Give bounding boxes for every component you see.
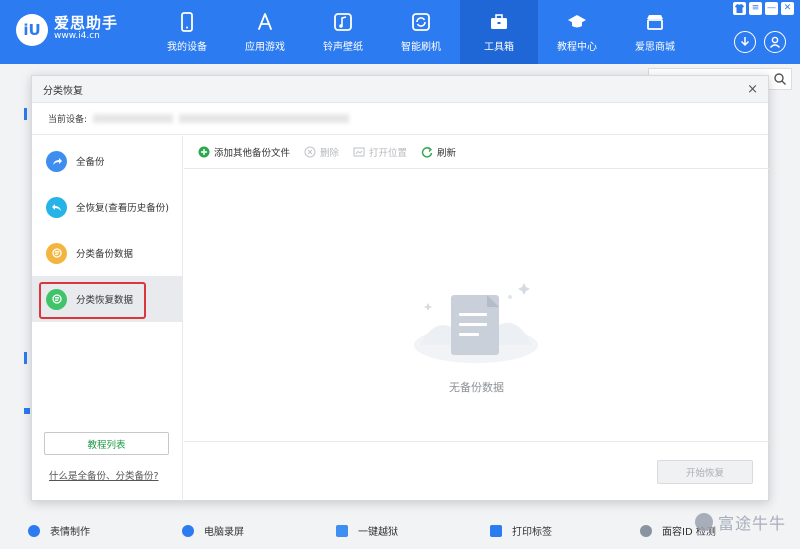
sidebar-item-full-backup[interactable]: 全备份 (32, 138, 182, 184)
add-backup-file-button[interactable]: 添加其他备份文件 (198, 145, 290, 159)
empty-state: 无备份数据 (184, 170, 769, 440)
nav-label: 爱思商城 (635, 41, 675, 53)
top-bar: iU 爱思助手 www.i4.cn 我的设备 应用游戏 铃声壁纸 智能刷机 工具… (0, 0, 800, 64)
dialog-title: 分类恢复 (43, 85, 83, 97)
music-icon (333, 12, 353, 32)
sidebar-item-label: 全备份 (76, 157, 105, 168)
app-name: 爱思助手 (54, 14, 119, 32)
tool-label: 一键越狱 (358, 527, 398, 538)
device-info-redacted (179, 114, 350, 123)
nav-label: 工具箱 (484, 41, 514, 53)
tool-label: 打开位置 (369, 148, 408, 159)
close-window-button[interactable]: ✕ (781, 2, 794, 15)
download-icon (740, 37, 750, 47)
open-location-button[interactable]: 打开位置 (353, 145, 407, 159)
tool-label: 打印标签 (512, 527, 552, 538)
undo-arrow-icon (46, 196, 67, 218)
background-section-marker (24, 108, 27, 120)
background-section-marker (24, 408, 30, 414)
dialog-close-button[interactable]: × (747, 82, 758, 97)
search-icon (774, 73, 786, 85)
folder-icon (353, 147, 365, 157)
nav-shop[interactable]: 爱思商城 (616, 0, 694, 64)
nav-label: 应用游戏 (245, 41, 285, 53)
tutorial-list-button[interactable]: 教程列表 (44, 432, 169, 455)
tool-jailbreak[interactable]: 一键越狱 (336, 523, 398, 538)
category-backup-icon (46, 242, 67, 264)
delete-icon (304, 146, 316, 158)
skin-button[interactable] (733, 2, 746, 15)
app-logo: iU 爱思助手 www.i4.cn (16, 14, 118, 46)
printer-icon (490, 524, 502, 537)
sidebar-item-label: 分类备份数据 (76, 249, 134, 260)
tool-label: 表情制作 (50, 527, 90, 538)
nav-label: 我的设备 (167, 41, 207, 53)
dialog-title-bar: 分类恢复 × (32, 76, 768, 103)
emoji-icon (28, 524, 40, 537)
face-id-icon (640, 524, 652, 537)
selection-highlight-box (39, 282, 146, 319)
nav-toolbox[interactable]: 工具箱 (460, 0, 538, 64)
app-store-icon (255, 12, 275, 32)
record-icon (182, 524, 194, 537)
current-device-row: 当前设备: (32, 103, 768, 135)
jailbreak-icon (336, 524, 348, 537)
watermark-text: 富途牛牛 (717, 514, 786, 533)
dialog-toolbar: 添加其他备份文件 删除 打开位置 刷新 (184, 136, 769, 169)
tool-print-label[interactable]: 打印标签 (490, 523, 552, 538)
tool-emoji-maker[interactable]: 表情制作 (28, 523, 90, 538)
refresh-button[interactable]: 刷新 (421, 145, 456, 159)
shop-icon (645, 12, 665, 32)
tool-screen-record[interactable]: 电脑录屏 (182, 523, 244, 538)
empty-document-icon (414, 283, 538, 363)
phone-icon (177, 11, 197, 32)
minimize-button[interactable]: — (765, 2, 778, 15)
nav-label: 教程中心 (557, 41, 597, 53)
logo-mark: iU (16, 14, 48, 46)
nav-label: 铃声壁纸 (323, 41, 363, 53)
watermark-logo-icon (694, 513, 713, 531)
nav-ringtones[interactable]: 铃声壁纸 (304, 0, 382, 64)
current-device-label: 当前设备: (48, 115, 88, 125)
user-icon (769, 36, 781, 48)
watermark: 富途牛牛 (694, 510, 786, 534)
nav-tutorials[interactable]: 教程中心 (538, 0, 616, 64)
refresh-icon (421, 146, 433, 158)
category-restore-dialog: 分类恢复 × 当前设备: 全备份 全恢复(查看历史备份) 分类备份数据 分类恢复… (31, 75, 769, 501)
menu-button[interactable]: ≡ (749, 2, 762, 15)
device-name-redacted (93, 114, 174, 123)
empty-state-text: 无备份数据 (449, 381, 504, 394)
download-button[interactable] (734, 31, 756, 53)
user-button[interactable] (764, 31, 786, 53)
shirt-icon (735, 4, 744, 13)
add-circle-icon (198, 146, 210, 158)
share-arrow-icon (46, 150, 67, 172)
sidebar-item-category-backup[interactable]: 分类备份数据 (32, 230, 182, 276)
nav-smart-flash[interactable]: 智能刷机 (382, 0, 460, 64)
dialog-footer: 开始恢复 (184, 441, 769, 501)
nav-apps-games[interactable]: 应用游戏 (226, 0, 304, 64)
tool-label: 刷新 (437, 148, 457, 159)
delete-button[interactable]: 删除 (304, 145, 339, 159)
refresh-icon (411, 12, 431, 32)
nav-my-device[interactable]: 我的设备 (148, 0, 226, 64)
sidebar-item-full-restore[interactable]: 全恢复(查看历史备份) (32, 184, 182, 230)
backup-help-link[interactable]: 什么是全备份、分类备份? (49, 468, 159, 482)
tool-label: 电脑录屏 (204, 527, 244, 538)
window-controls: ≡ — ✕ (733, 2, 794, 15)
toolbox-icon (489, 12, 509, 32)
tool-label: 添加其他备份文件 (214, 148, 291, 159)
nav-label: 智能刷机 (401, 41, 441, 53)
start-restore-button[interactable]: 开始恢复 (657, 460, 753, 484)
background-section-marker (24, 352, 27, 364)
graduation-cap-icon (567, 12, 587, 32)
tool-label: 删除 (320, 148, 340, 159)
sidebar-item-label: 全恢复(查看历史备份) (76, 203, 169, 214)
main-nav: 我的设备 应用游戏 铃声壁纸 智能刷机 工具箱 教程中心 爱思商城 (148, 0, 694, 64)
